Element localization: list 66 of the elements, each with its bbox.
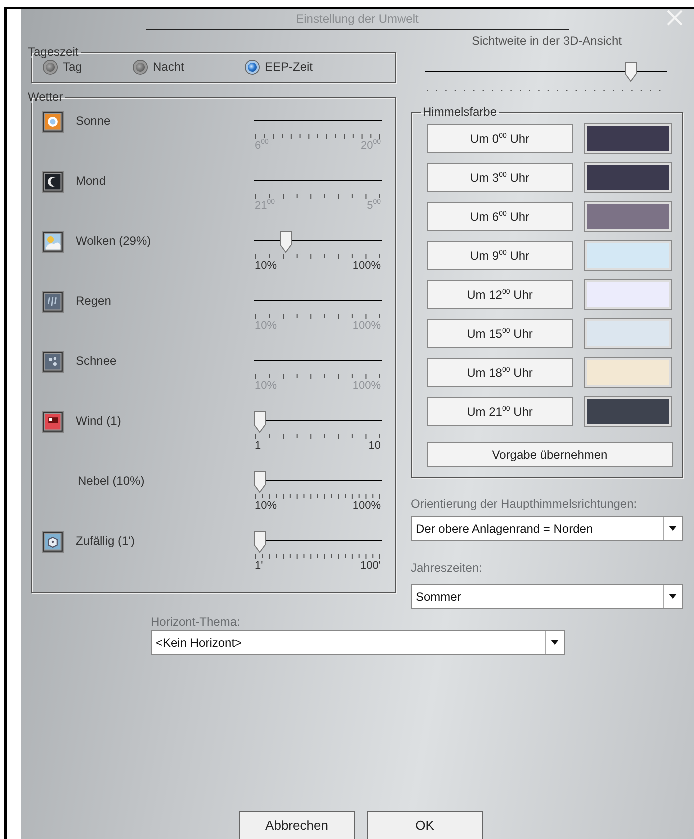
time-button[interactable]: Um 12$^{00}$ Uhr bbox=[427, 280, 573, 309]
slider-thumb[interactable] bbox=[254, 471, 266, 493]
dropdown[interactable]: <Kein Horizont> bbox=[151, 630, 565, 655]
dialog-button[interactable]: OK bbox=[367, 811, 483, 839]
slider-thumb[interactable] bbox=[254, 531, 266, 553]
scale-label: 10% bbox=[255, 380, 278, 392]
group-label: Himmelsfarbe bbox=[422, 106, 498, 118]
time-button[interactable]: Um 9$^{00}$ Uhr bbox=[427, 241, 573, 270]
caret-icon bbox=[669, 594, 677, 599]
weather-icon[interactable] bbox=[42, 171, 64, 193]
scale-label: 100% bbox=[352, 500, 381, 512]
weather-label: Zufällig (1') bbox=[76, 533, 135, 548]
color-swatch[interactable] bbox=[585, 241, 671, 270]
time-button[interactable]: Um 6$^{00}$ Uhr bbox=[427, 202, 573, 231]
window-title: Einstellung der Umwelt bbox=[146, 12, 569, 30]
field-label: Orientierung der Haupthimmelsrichtungen: bbox=[411, 497, 638, 511]
scale-label: 1 bbox=[255, 440, 262, 452]
weather-label: Mond bbox=[76, 173, 106, 188]
time-button[interactable]: Um 15$^{00}$ Uhr bbox=[427, 319, 573, 348]
color-swatch[interactable] bbox=[585, 202, 671, 231]
field-label: Horizont-Thema: bbox=[151, 615, 242, 629]
slider-thumb[interactable] bbox=[625, 62, 638, 82]
time-button[interactable]: Um 21$^{00}$ Uhr bbox=[427, 397, 573, 426]
dropdown[interactable]: Sommer bbox=[411, 584, 683, 609]
scale-label: 100% bbox=[352, 260, 381, 272]
scale-label: 1' bbox=[255, 560, 264, 572]
color-swatch[interactable] bbox=[585, 319, 671, 348]
caret-icon bbox=[551, 640, 559, 645]
scale-label: 10 bbox=[368, 440, 381, 452]
dialog-button[interactable]: Abbrechen bbox=[239, 811, 355, 839]
scale-label: 10% bbox=[255, 500, 278, 512]
scale-label: 5$^{00}$ bbox=[367, 200, 381, 212]
field-label: Jahreszeiten: bbox=[411, 561, 484, 575]
weather-label: Nebel (10%) bbox=[77, 473, 145, 488]
color-swatch[interactable] bbox=[585, 280, 671, 309]
caret-icon bbox=[669, 526, 677, 531]
weather-icon[interactable] bbox=[42, 231, 64, 253]
scale-label: 100% bbox=[352, 320, 381, 332]
weather-label: Wolken (29%) bbox=[76, 233, 152, 248]
weather-icon[interactable] bbox=[42, 531, 64, 553]
slider-label: Sichtweite in der 3D-Ansicht bbox=[470, 34, 624, 48]
radio-button[interactable]: EEP-Zeit bbox=[246, 60, 346, 74]
scale-label: 10% bbox=[255, 260, 278, 272]
color-swatch[interactable] bbox=[585, 124, 671, 153]
weather-icon[interactable] bbox=[42, 111, 64, 133]
scale-label: 100' bbox=[360, 560, 381, 572]
radio-button[interactable]: Tag bbox=[44, 60, 134, 74]
weather-label: Schnee bbox=[76, 353, 117, 368]
slider-thumb[interactable] bbox=[280, 231, 292, 253]
scale-label: 20$^{00}$ bbox=[360, 140, 381, 152]
radio-button[interactable]: Nacht bbox=[134, 60, 246, 74]
slider-thumb[interactable] bbox=[254, 411, 266, 433]
weather-label: Wind (1) bbox=[76, 413, 122, 428]
scale-label: 100% bbox=[352, 380, 381, 392]
weather-icon[interactable] bbox=[42, 351, 64, 373]
weather-icon[interactable] bbox=[42, 291, 64, 313]
color-swatch[interactable] bbox=[585, 163, 671, 192]
dropdown[interactable]: Der obere Anlagenrand = Norden bbox=[411, 516, 683, 541]
weather-label: Sonne bbox=[76, 113, 111, 128]
time-button[interactable]: Um 0$^{00}$ Uhr bbox=[427, 124, 573, 153]
time-button[interactable]: Um 18$^{00}$ Uhr bbox=[427, 358, 573, 387]
reset-button[interactable]: Vorgabe übernehmen bbox=[427, 442, 673, 467]
color-swatch[interactable] bbox=[585, 358, 671, 387]
time-button[interactable]: Um 3$^{00}$ Uhr bbox=[427, 163, 573, 192]
color-swatch[interactable] bbox=[585, 397, 671, 426]
weather-label: Regen bbox=[76, 293, 112, 308]
